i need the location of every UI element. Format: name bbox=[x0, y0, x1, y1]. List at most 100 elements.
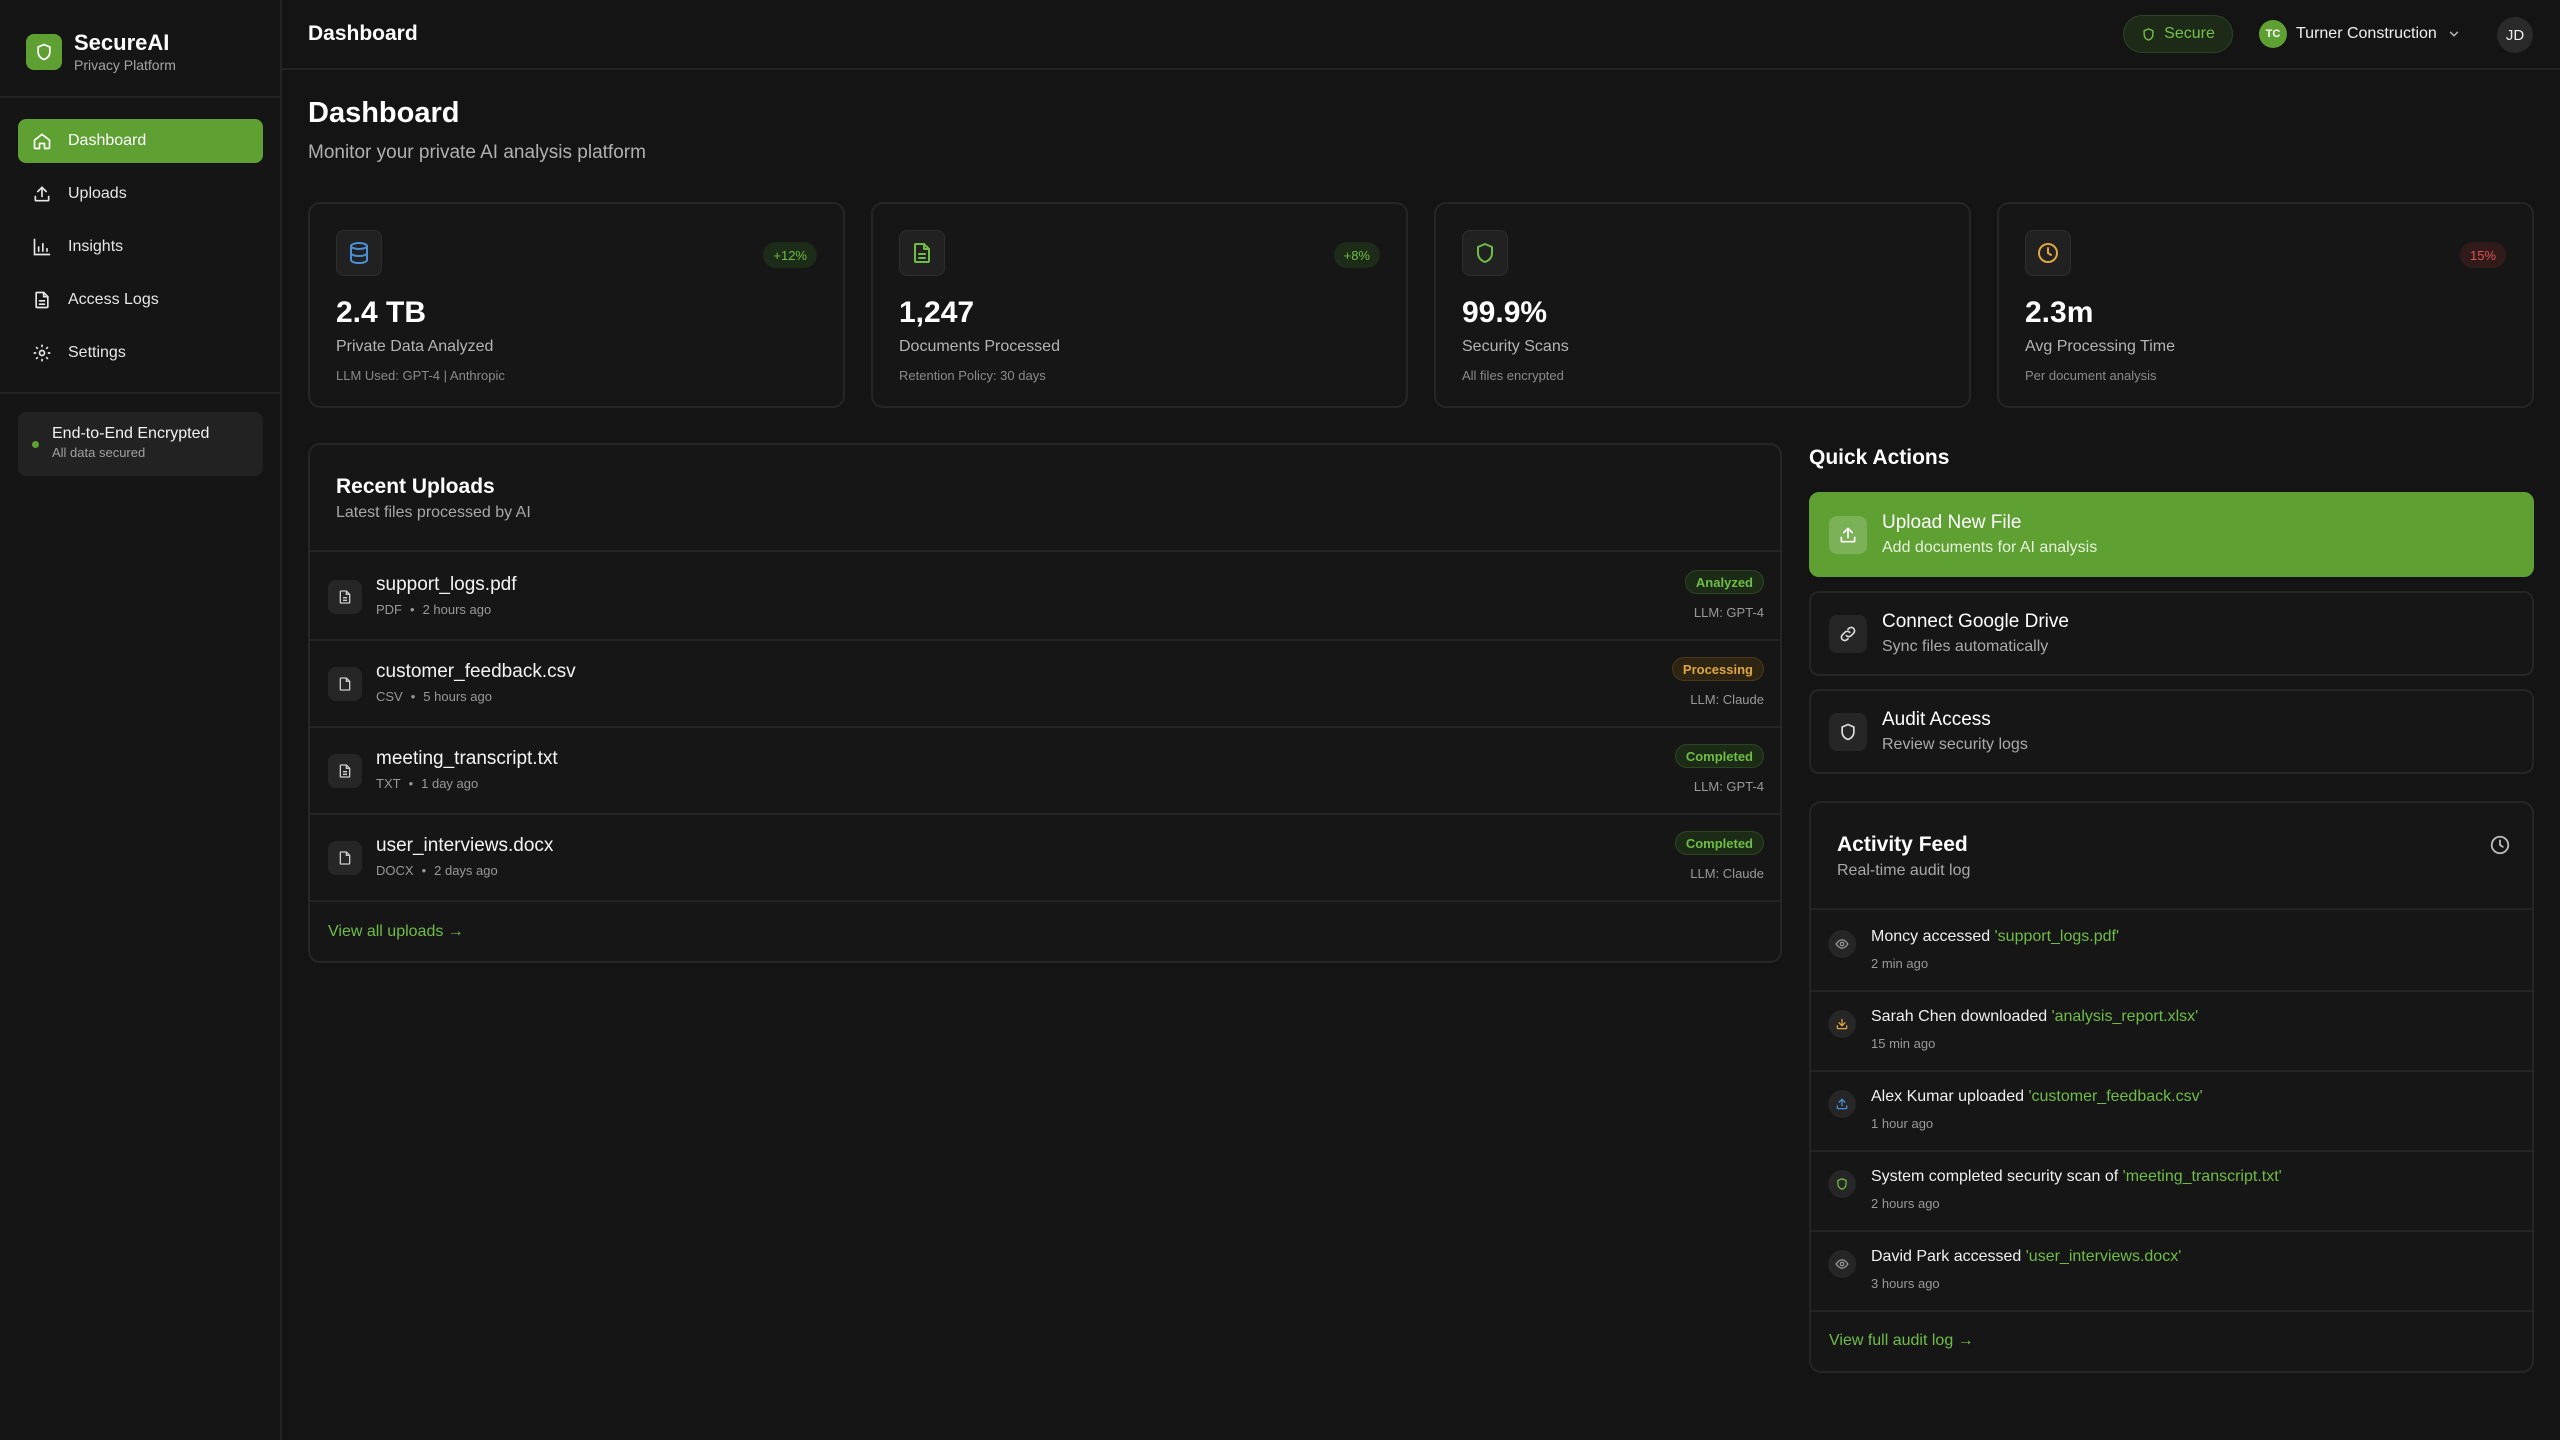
activity-action: Moncy accessed bbox=[1871, 928, 1995, 945]
separator: • bbox=[421, 863, 427, 878]
stat-card-documents-processed: +8% 1,247 Documents Processed Retention … bbox=[871, 202, 1408, 408]
upload-row[interactable]: support_logs.pdf PDF • 2 hours ago Analyze… bbox=[310, 552, 1780, 639]
file-icon bbox=[328, 667, 362, 701]
view-full-audit-log-link[interactable]: View full audit log → bbox=[1829, 1332, 1974, 1350]
download-icon bbox=[1828, 1010, 1856, 1038]
status-badge: Processing bbox=[1671, 657, 1764, 681]
file-llm: LLM: GPT-4 bbox=[1693, 605, 1764, 620]
user-avatar[interactable]: JD bbox=[2497, 17, 2533, 53]
organization-switcher[interactable]: TC Turner Construction bbox=[2259, 20, 2461, 48]
divider bbox=[0, 96, 280, 98]
eye-icon bbox=[1828, 930, 1856, 958]
file-icon bbox=[328, 841, 362, 875]
stat-value: 99.9% bbox=[1462, 296, 1548, 329]
quick-action-name: Upload New File bbox=[1882, 512, 2022, 533]
quick-action-desc: Sync files automatically bbox=[1882, 638, 2049, 655]
sidebar-item-label: Insights bbox=[68, 238, 124, 255]
panel-subtitle: Latest files processed by AI bbox=[336, 504, 531, 521]
separator: • bbox=[410, 602, 415, 617]
stat-label: Private Data Analyzed bbox=[336, 338, 494, 355]
sidebar-item-label: Dashboard bbox=[68, 132, 147, 149]
quick-action-desc: Review security logs bbox=[1882, 736, 2028, 753]
upload-icon bbox=[32, 184, 52, 204]
activity-item: David Park accessed 'user_interviews.doc… bbox=[1811, 1230, 2532, 1310]
page-subtitle: Monitor your private AI analysis platfor… bbox=[308, 142, 646, 163]
shield-icon bbox=[26, 34, 62, 70]
encryption-title: End-to-End Encrypted bbox=[52, 425, 210, 442]
file-name: meeting_transcript.txt bbox=[376, 748, 558, 769]
activity-file-link[interactable]: 'analysis_report.xlsx' bbox=[2052, 1008, 2199, 1025]
sidebar-item-settings[interactable]: Settings bbox=[18, 331, 263, 375]
stat-value: 2.4 TB bbox=[336, 296, 427, 329]
upload-icon bbox=[1828, 1090, 1856, 1118]
view-all-uploads-link[interactable]: View all uploads → bbox=[328, 923, 464, 941]
stat-delta-badge: +12% bbox=[763, 242, 817, 268]
clock-icon bbox=[2025, 230, 2071, 276]
status-dot bbox=[32, 441, 39, 448]
activity-file-link[interactable]: 'user_interviews.docx' bbox=[2026, 1248, 2182, 1265]
file-time: 2 hours ago bbox=[422, 602, 492, 617]
quick-action-name: Audit Access bbox=[1882, 709, 1991, 730]
sidebar-item-dashboard[interactable]: Dashboard bbox=[18, 119, 263, 163]
sidebar-item-label: Access Logs bbox=[68, 291, 159, 308]
quick-action-desc: Add documents for AI analysis bbox=[1882, 539, 2098, 556]
upload-new-file-button[interactable]: Upload New File Add documents for AI ana… bbox=[1809, 492, 2534, 577]
shield-icon bbox=[1829, 713, 1867, 751]
stat-label: Security Scans bbox=[1462, 338, 1569, 355]
divider bbox=[0, 392, 280, 394]
file-llm: LLM: Claude bbox=[1690, 692, 1764, 707]
audit-access-button[interactable]: Audit Access Review security logs bbox=[1809, 689, 2534, 774]
activity-action: Alex Kumar uploaded bbox=[1871, 1088, 2029, 1105]
upload-row[interactable]: user_interviews.docx DOCX • 2 days ago Com… bbox=[310, 813, 1780, 900]
quick-action-name: Connect Google Drive bbox=[1882, 611, 2069, 632]
stat-note: All files encrypted bbox=[1462, 368, 1564, 383]
sidebar-nav: Dashboard Uploads Insights Access Logs S… bbox=[18, 119, 263, 384]
stat-card-security-scans: 99.9% Security Scans All files encrypted bbox=[1434, 202, 1971, 408]
page-title: Dashboard bbox=[308, 97, 460, 129]
sidebar-item-uploads[interactable]: Uploads bbox=[18, 172, 263, 216]
file-meta: PDF • 2 hours ago bbox=[376, 602, 491, 617]
activity-item: Moncy accessed 'support_logs.pdf' 2 min … bbox=[1811, 910, 2532, 990]
activity-text: David Park accessed 'user_interviews.doc… bbox=[1871, 1248, 2181, 1266]
upload-icon bbox=[1829, 516, 1867, 554]
panel-subtitle: Real-time audit log bbox=[1837, 862, 1971, 879]
file-icon bbox=[328, 580, 362, 614]
link-icon bbox=[1829, 615, 1867, 653]
panel-title: Activity Feed bbox=[1837, 833, 1968, 856]
activity-file-link[interactable]: 'customer_feedback.csv' bbox=[2028, 1088, 2202, 1105]
gear-icon bbox=[32, 343, 52, 363]
brand-name: SecureAI bbox=[74, 30, 170, 55]
upload-row[interactable]: customer_feedback.csv CSV • 5 hours ago Pr… bbox=[310, 639, 1780, 726]
bar-chart-icon bbox=[32, 237, 52, 257]
file-meta: DOCX • 2 days ago bbox=[376, 863, 498, 878]
org-avatar: TC bbox=[2259, 20, 2287, 48]
activity-action: System completed security scan of bbox=[1871, 1168, 2123, 1185]
stat-value: 2.3m bbox=[2025, 296, 2094, 329]
sidebar-item-label: Uploads bbox=[68, 185, 127, 202]
sidebar-item-insights[interactable]: Insights bbox=[18, 225, 263, 269]
database-icon bbox=[336, 230, 382, 276]
file-time: 1 day ago bbox=[421, 776, 479, 791]
divider bbox=[310, 900, 1780, 902]
activity-file-link[interactable]: 'meeting_transcript.txt' bbox=[2123, 1168, 2282, 1185]
status-badge: Completed bbox=[1674, 831, 1764, 855]
brand-subtitle: Privacy Platform bbox=[74, 57, 176, 73]
sidebar-item-label: Settings bbox=[68, 344, 126, 361]
panel-title: Recent Uploads bbox=[336, 475, 495, 498]
activity-text: System completed security scan of 'meeti… bbox=[1871, 1168, 2282, 1186]
brand[interactable]: SecureAI Privacy Platform bbox=[26, 30, 176, 74]
separator: • bbox=[408, 776, 414, 791]
clock-icon[interactable] bbox=[2489, 834, 2511, 856]
stat-note: Per document analysis bbox=[2025, 368, 2157, 383]
encryption-subtitle: All data secured bbox=[52, 445, 146, 460]
activity-time: 1 hour ago bbox=[1871, 1116, 1934, 1131]
activity-file-link[interactable]: 'support_logs.pdf' bbox=[1995, 928, 2119, 945]
upload-row[interactable]: meeting_transcript.txt TXT • 1 day ago Com… bbox=[310, 726, 1780, 813]
stat-note: LLM Used: GPT-4 | Anthropic bbox=[336, 368, 505, 383]
connect-google-drive-button[interactable]: Connect Google Drive Sync files automati… bbox=[1809, 591, 2534, 676]
secure-status-badge: Secure bbox=[2123, 15, 2233, 53]
sidebar-item-access-logs[interactable]: Access Logs bbox=[18, 278, 263, 322]
file-type: TXT bbox=[376, 776, 401, 791]
activity-text: Sarah Chen downloaded 'analysis_report.x… bbox=[1871, 1008, 2198, 1026]
stat-label: Avg Processing Time bbox=[2025, 338, 2175, 355]
